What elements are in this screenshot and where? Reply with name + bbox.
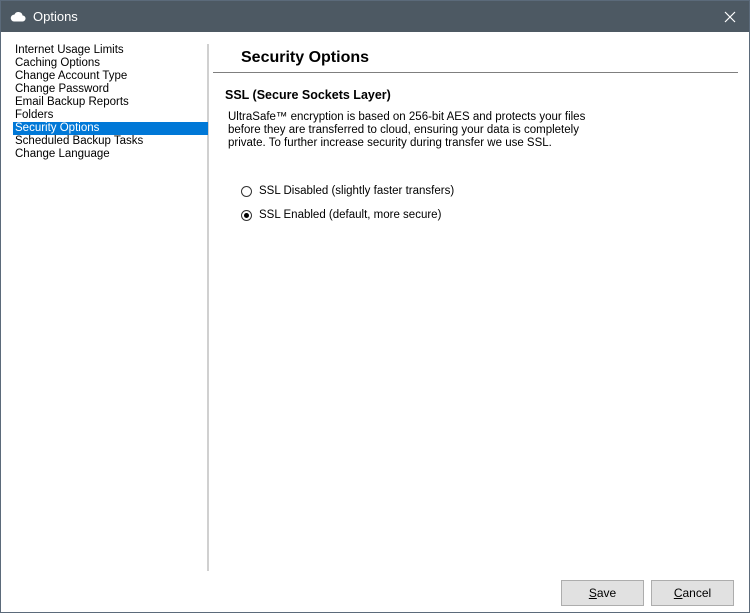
cancel-mnemonic: C (673, 586, 683, 600)
page-title: Security Options (213, 44, 738, 73)
options-nav-list: Internet Usage Limits Caching Options Ch… (13, 44, 209, 571)
title-bar: Options (1, 1, 749, 32)
ssl-enabled-radio[interactable] (241, 209, 252, 221)
close-button[interactable] (711, 1, 749, 32)
ssl-enabled-label: SSL Enabled (default, more secure) (259, 209, 442, 221)
nav-item-scheduled-backup-tasks[interactable]: Scheduled Backup Tasks (13, 135, 207, 148)
nav-item-change-language[interactable]: Change Language (13, 148, 207, 161)
cancel-label-rest: ancel (682, 586, 712, 600)
close-icon (724, 11, 736, 22)
nav-item-security-options[interactable]: Security Options (13, 122, 208, 135)
save-button[interactable]: Save (561, 580, 644, 606)
ssl-disabled-option[interactable]: SSL Disabled (slightly faster transfers) (241, 185, 454, 197)
nav-item-caching-options[interactable]: Caching Options (13, 57, 207, 70)
ssl-enabled-option[interactable]: SSL Enabled (default, more secure) (241, 209, 441, 221)
nav-item-email-backup-reports[interactable]: Email Backup Reports (13, 96, 207, 109)
nav-item-change-password[interactable]: Change Password (13, 83, 207, 96)
ssl-disabled-radio[interactable] (241, 185, 252, 197)
save-mnemonic: S (588, 586, 597, 600)
nav-item-internet-usage-limits[interactable]: Internet Usage Limits (13, 44, 207, 57)
save-label-rest: ave (596, 586, 617, 600)
cancel-button[interactable]: Cancel (651, 580, 734, 606)
nav-item-folders[interactable]: Folders (13, 109, 207, 122)
ssl-disabled-label: SSL Disabled (slightly faster transfers) (259, 185, 455, 197)
security-options-panel: Security Options SSL (Secure Sockets Lay… (213, 44, 738, 221)
cloud-icon (10, 11, 26, 23)
encryption-description: UltraSafe™ encryption is based on 256-bi… (228, 111, 586, 149)
window-title: Options (33, 9, 78, 24)
ssl-heading: SSL (Secure Sockets Layer) (225, 88, 391, 102)
options-window: Options Internet Usage Limits Caching Op… (0, 0, 750, 613)
nav-item-change-account-type[interactable]: Change Account Type (13, 70, 207, 83)
